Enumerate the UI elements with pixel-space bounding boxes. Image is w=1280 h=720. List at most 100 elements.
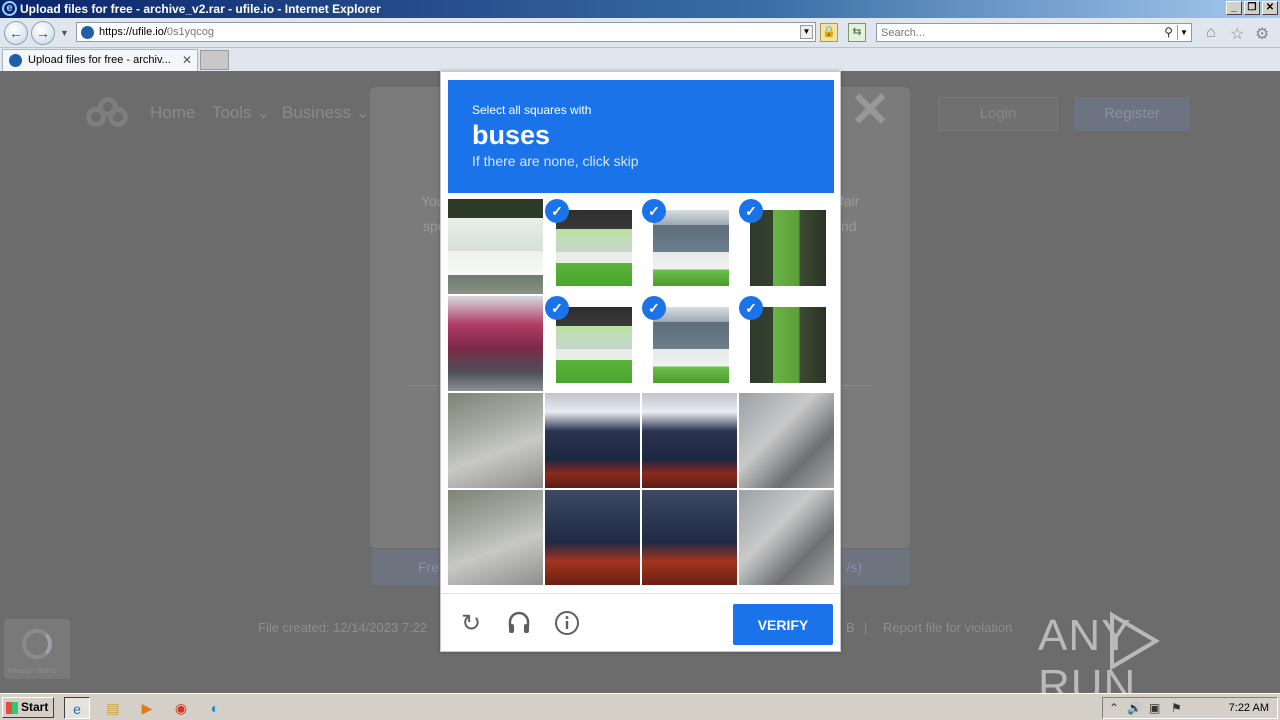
verify-button[interactable]: VERIFY [733, 604, 833, 645]
nav-business[interactable]: Business ⌄ [282, 103, 370, 123]
captcha-tile-image [750, 307, 826, 383]
captcha-tile-image [556, 210, 632, 286]
navigation-bar: ← → ▼ https://ufile.io/0s1yqcog ▼ 🔒 ⇆ ⚲ … [0, 18, 1280, 48]
network-icon[interactable]: ▣ [1149, 701, 1160, 715]
security-lock-icon[interactable]: 🔒 [820, 23, 838, 42]
site-favicon-icon [81, 26, 94, 39]
tile-selected-check-icon: ✓ [642, 296, 666, 320]
tray-expand-icon[interactable]: ⌃ [1109, 701, 1119, 715]
address-bar[interactable]: https://ufile.io/0s1yqcog ▼ [76, 22, 816, 42]
captcha-tile-image [642, 393, 737, 488]
taskbar-media-player-icon[interactable]: ▶ [134, 697, 160, 719]
anyrun-watermark: ANY RUN [1038, 611, 1280, 693]
search-icon[interactable]: ⚲ [1164, 25, 1173, 39]
info-icon[interactable] [553, 610, 581, 638]
taskbar-edge-icon[interactable]: ◐ [202, 697, 228, 719]
back-button[interactable]: ← [4, 21, 28, 45]
register-button[interactable]: Register [1074, 97, 1190, 131]
windows-taskbar: Start e ▤ ▶ ◉ ◐ ⌃ 🔊 ▣ ⚑ 7:22 AM [0, 693, 1280, 720]
captcha-tile-image [739, 490, 834, 585]
captcha-tile-image [739, 393, 834, 488]
tab-favicon-icon [9, 54, 22, 67]
captcha-tile[interactable] [448, 393, 543, 488]
captcha-image-grid: ✓ ✓ ✓ ✓ ✓ ✓ [448, 199, 834, 585]
captcha-tile[interactable] [448, 490, 543, 585]
login-button[interactable]: Login [938, 97, 1058, 131]
captcha-tile[interactable]: ✓ [545, 296, 640, 391]
home-icon[interactable]: ⌂ [1206, 24, 1216, 42]
ufile-logo [86, 97, 130, 131]
captcha-tile-image [545, 393, 640, 488]
captcha-tile[interactable] [448, 296, 543, 391]
captcha-tile[interactable]: ✓ [545, 199, 640, 294]
captcha-tile-image [653, 210, 729, 286]
captcha-tile[interactable] [545, 393, 640, 488]
minimize-button[interactable]: _ [1226, 1, 1242, 15]
captcha-tile[interactable] [739, 490, 834, 585]
reload-icon[interactable]: ↻ [457, 610, 485, 638]
file-size-fragment: B [846, 620, 855, 635]
close-window-button[interactable]: ✕ [1262, 1, 1278, 15]
tools-gear-icon[interactable]: ⚙ [1255, 24, 1269, 44]
taskbar-explorer-icon[interactable]: ▤ [100, 697, 126, 719]
captcha-tile-image [653, 307, 729, 383]
audio-challenge-icon[interactable] [505, 610, 533, 638]
refresh-icon[interactable]: ⇆ [848, 23, 866, 42]
forward-button[interactable]: → [31, 21, 55, 45]
captcha-tile-image [750, 210, 826, 286]
download-label-left: Fre [418, 559, 439, 575]
search-dropdown-icon[interactable]: ▼ [1177, 25, 1190, 40]
tile-selected-check-icon: ✓ [739, 296, 763, 320]
captcha-tile-image [642, 490, 737, 585]
file-created-text: File created: 12/14/2023 7:22 [258, 620, 428, 635]
recent-pages-dropdown[interactable]: ▼ [60, 28, 69, 38]
captcha-footer: ↻ VERIFY [441, 593, 840, 651]
nav-home[interactable]: Home [150, 103, 195, 123]
recaptcha-badge[interactable]: Privacy · Terms [4, 619, 70, 679]
action-center-flag-icon[interactable]: ⚑ [1171, 701, 1182, 715]
window-titlebar: e Upload files for free - archive_v2.rar… [0, 0, 1280, 18]
recaptcha-privacy-terms[interactable]: Privacy · Terms [8, 668, 56, 675]
report-violation-link[interactable]: Report file for violation [883, 620, 1012, 635]
captcha-tile[interactable] [448, 199, 543, 294]
captcha-tile[interactable]: ✓ [739, 296, 834, 391]
clock[interactable]: 7:22 AM [1229, 702, 1269, 714]
captcha-tile-image [448, 490, 543, 585]
captcha-challenge: Select all squares with buses If there a… [440, 71, 841, 652]
captcha-tile[interactable]: ✓ [642, 296, 737, 391]
captcha-tile[interactable]: ✓ [642, 199, 737, 294]
tile-selected-check-icon: ✓ [545, 296, 569, 320]
favorites-star-icon[interactable]: ☆ [1230, 24, 1244, 44]
captcha-header: Select all squares with buses If there a… [448, 80, 834, 193]
start-button[interactable]: Start [2, 697, 54, 718]
recaptcha-logo-icon [22, 629, 52, 659]
taskbar-chrome-icon[interactable]: ◉ [168, 697, 194, 719]
address-dropdown-icon[interactable]: ▼ [800, 25, 813, 39]
captcha-tile[interactable] [642, 393, 737, 488]
modal-text-right-1: fair [840, 193, 860, 209]
address-url[interactable]: https://ufile.io/0s1yqcog [99, 26, 214, 38]
taskbar-ie-icon[interactable]: e [64, 697, 90, 719]
modal-text-right-2: nd [841, 218, 857, 234]
download-label-right: /s) [846, 559, 862, 575]
restore-button[interactable]: ❐ [1244, 1, 1260, 15]
new-tab-button[interactable] [200, 50, 229, 70]
modal-close-icon[interactable]: ✕ [850, 87, 890, 135]
nav-tools[interactable]: Tools ⌄ [212, 103, 271, 123]
url-path: 0s1yqcog [166, 26, 214, 38]
tab-ufile[interactable]: Upload files for free - archiv... ✕ [2, 49, 198, 71]
captcha-tile[interactable]: ✓ [739, 199, 834, 294]
volume-icon[interactable]: 🔊 [1127, 701, 1142, 715]
captcha-prompt: Select all squares with [472, 103, 592, 117]
search-box[interactable]: ⚲ ▼ [876, 23, 1192, 42]
captcha-tile[interactable] [739, 393, 834, 488]
captcha-tile[interactable] [545, 490, 640, 585]
window-title: Upload files for free - archive_v2.rar -… [20, 2, 381, 16]
tab-close-icon[interactable]: ✕ [182, 53, 192, 67]
captcha-tile-image [545, 490, 640, 585]
footer-separator: | [864, 620, 868, 635]
captcha-target: buses [472, 120, 551, 150]
captcha-tile[interactable] [642, 490, 737, 585]
search-input[interactable] [877, 24, 1147, 41]
internet-explorer-icon: e [2, 1, 17, 16]
